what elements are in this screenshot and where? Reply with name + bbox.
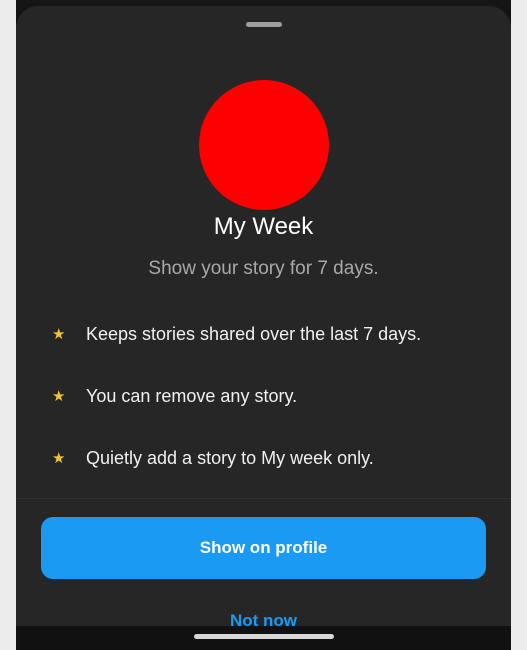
my-week-bottom-sheet: My Week Show your story for 7 days. ★ Ke… (16, 6, 511, 626)
sheet-subtitle: Show your story for 7 days. (148, 258, 379, 279)
feature-item: ★ You can remove any story. (52, 386, 495, 448)
avatar (198, 80, 329, 210)
feature-item: ★ Keeps stories shared over the last 7 d… (52, 324, 495, 386)
feature-text: Quietly add a story to My week only. (86, 448, 374, 468)
show-on-profile-button[interactable]: Show on profile (41, 517, 486, 579)
star-icon: ★ (52, 388, 66, 405)
screen-edge-right (511, 0, 527, 650)
screen-edge-left (0, 0, 16, 650)
feature-list: ★ Keeps stories shared over the last 7 d… (52, 324, 495, 510)
home-indicator[interactable] (193, 634, 334, 639)
drag-handle[interactable] (245, 22, 282, 27)
screen: My Week Show your story for 7 days. ★ Ke… (0, 0, 527, 650)
sheet-title: My Week (213, 213, 314, 240)
not-now-button[interactable]: Not now (16, 611, 511, 626)
star-icon: ★ (52, 450, 66, 467)
divider (16, 498, 511, 499)
feature-text: You can remove any story. (86, 386, 298, 406)
feature-item: ★ Quietly add a story to My week only. (52, 448, 495, 510)
star-icon: ★ (52, 326, 66, 343)
feature-text: Keeps stories shared over the last 7 day… (86, 324, 422, 344)
